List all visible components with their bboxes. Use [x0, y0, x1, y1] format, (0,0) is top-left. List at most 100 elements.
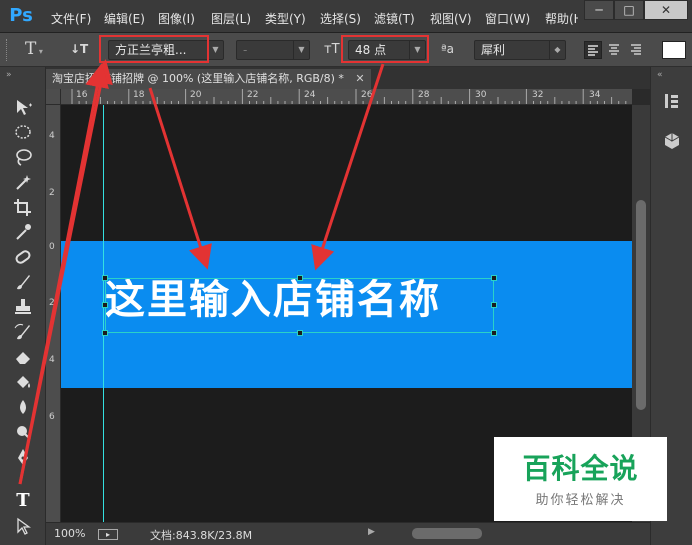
text-color-swatch[interactable]: [662, 41, 686, 59]
pen-icon[interactable]: [10, 447, 36, 469]
tools-panel: » T: [0, 67, 46, 545]
ruler-ticks: [71, 89, 627, 104]
document-tab-bar: 淘宝店招-店铺招牌 @ 100% (这里输入店铺名称, RGB/8) * ✕: [46, 67, 650, 89]
magic-wand-icon[interactable]: [10, 172, 36, 194]
ruler-label: 26: [361, 90, 373, 100]
ruler-label: 2: [49, 188, 55, 198]
document-title: 淘宝店招-店铺招牌 @ 100% (这里输入店铺名称, RGB/8) *: [52, 72, 344, 85]
font-size-highlight: [341, 35, 429, 63]
ruler-origin[interactable]: [46, 89, 61, 105]
ruler-label: 24: [304, 90, 316, 100]
resize-handle[interactable]: [297, 330, 303, 336]
align-left-button[interactable]: [584, 41, 602, 59]
ruler-label: 16: [76, 90, 88, 100]
collapse-arrows-icon[interactable]: »: [6, 70, 12, 80]
menu-select[interactable]: 选择(S): [320, 10, 361, 27]
align-center-icon: [609, 44, 619, 55]
align-right-button[interactable]: [628, 41, 646, 59]
align-center-button[interactable]: [606, 41, 624, 59]
menu-file[interactable]: 文件(F): [51, 10, 91, 27]
ruler-label: 34: [589, 90, 601, 100]
blur-icon[interactable]: [10, 397, 36, 419]
eraser-icon[interactable]: [10, 347, 36, 369]
ruler-label: 6: [49, 412, 55, 422]
watermark-title: 百科全说: [522, 452, 639, 485]
menu-view[interactable]: 视图(V): [430, 10, 472, 27]
font-style-value: -: [243, 43, 248, 57]
anti-alias-value: 犀利: [481, 43, 506, 57]
menu-filter[interactable]: 滤镜(T): [374, 10, 415, 27]
menu-help[interactable]: 帮助(H): [545, 10, 578, 27]
horizontal-ruler[interactable]: 16 18 20 22 24 26 28 30 32 34: [61, 89, 632, 105]
ruler-label: 20: [190, 90, 202, 100]
menu-image[interactable]: 图像(I): [158, 10, 195, 27]
ruler-label: 22: [247, 90, 259, 100]
ruler-label: 32: [532, 90, 544, 100]
close-tab-icon[interactable]: ✕: [355, 72, 364, 85]
menu-layer[interactable]: 图层(L): [211, 10, 251, 27]
anti-alias-icon: ªa: [441, 42, 455, 56]
ruler-label: 4: [49, 131, 55, 141]
chevron-down-icon: ◆: [549, 41, 565, 59]
tool-preset-icon[interactable]: T ▾: [25, 38, 51, 60]
move-icon[interactable]: [10, 97, 36, 119]
guide-line[interactable]: [103, 105, 104, 522]
menu-type[interactable]: 类型(Y): [265, 10, 306, 27]
align-left-icon: [588, 45, 598, 56]
ruler-label: 0: [49, 242, 55, 252]
resize-handle[interactable]: [491, 275, 497, 281]
resize-handle[interactable]: [102, 275, 108, 281]
resize-handle[interactable]: [491, 330, 497, 336]
align-right-icon: [631, 44, 641, 55]
brush-icon[interactable]: [10, 272, 36, 294]
menu-edit[interactable]: 编辑(E): [104, 10, 145, 27]
font-family-highlight: [99, 35, 209, 63]
resize-handle[interactable]: [491, 302, 497, 308]
font-style-select[interactable]: - ▼: [236, 40, 310, 60]
resize-handle[interactable]: [102, 302, 108, 308]
resize-handle[interactable]: [297, 275, 303, 281]
ruler-label: 18: [133, 90, 145, 100]
close-button[interactable]: ✕: [644, 0, 688, 20]
menu-bar: Ps 文件(F) 编辑(E) 图像(I) 图层(L) 类型(Y) 选择(S) 滤…: [0, 0, 692, 33]
menu-window[interactable]: 窗口(W): [485, 10, 530, 27]
document-tab[interactable]: 淘宝店招-店铺招牌 @ 100% (这里输入店铺名称, RGB/8) * ✕: [46, 69, 371, 89]
clone-stamp-icon[interactable]: [10, 297, 36, 319]
ruler-label: 2: [49, 298, 55, 308]
ruler-label: 28: [418, 90, 430, 100]
minimize-button[interactable]: ─: [584, 0, 614, 20]
anti-alias-select[interactable]: 犀利 ◆: [474, 40, 566, 60]
3d-cube-icon[interactable]: [661, 131, 683, 153]
restore-button[interactable]: □: [614, 0, 644, 20]
status-arrow-icon[interactable]: ▶: [368, 527, 375, 537]
crop-icon[interactable]: [10, 197, 36, 219]
watermark-subtitle: 助你轻松解决: [535, 493, 626, 508]
eyedropper-icon[interactable]: [10, 222, 36, 244]
path-select-icon[interactable]: [10, 516, 36, 538]
chevron-down-icon: ▼: [207, 41, 223, 59]
zoom-level[interactable]: 100%: [54, 527, 85, 540]
vertical-ruler[interactable]: 4 2 0 2 4 6: [46, 105, 61, 522]
lasso-icon[interactable]: [10, 147, 36, 169]
text-orientation-icon[interactable]: ↓T: [70, 42, 88, 56]
ruler-label: 30: [475, 90, 487, 100]
expand-arrows-icon[interactable]: «: [657, 70, 663, 80]
grip-handle[interactable]: [6, 39, 10, 61]
doc-info-icon[interactable]: ▸: [98, 529, 118, 540]
ruler-label: 4: [49, 355, 55, 365]
watermark: 百科全说 助你轻松解决: [494, 437, 667, 521]
font-size-icon: ᴛT: [324, 42, 340, 57]
text-bounding-box[interactable]: [102, 275, 497, 336]
status-bar: 100% ▸ 文档:843.8K/23.8M ▶: [46, 522, 650, 545]
scrollbar-thumb[interactable]: [636, 200, 646, 410]
ellipse-marquee-icon[interactable]: [10, 122, 36, 144]
document-size: 文档:843.8K/23.8M: [150, 529, 253, 542]
dodge-icon[interactable]: [10, 422, 36, 444]
resize-handle[interactable]: [102, 330, 108, 336]
healing-brush-icon[interactable]: [10, 247, 36, 269]
paint-bucket-icon[interactable]: [10, 372, 36, 394]
type-icon[interactable]: T: [10, 490, 36, 512]
history-brush-icon[interactable]: [10, 322, 36, 344]
history-panel-icon[interactable]: [661, 91, 683, 113]
horizontal-scrollbar-thumb[interactable]: [412, 528, 482, 539]
